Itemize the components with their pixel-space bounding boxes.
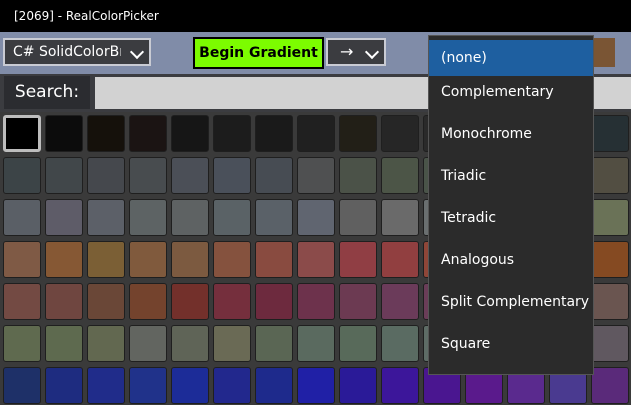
color-swatch[interactable] — [3, 157, 41, 194]
color-swatch[interactable] — [591, 241, 629, 278]
dropdown-option[interactable]: Split Complementary — [429, 284, 593, 320]
color-swatch[interactable] — [339, 241, 377, 278]
dropdown-option[interactable]: Tetradic — [429, 200, 593, 236]
color-swatch[interactable] — [129, 199, 167, 236]
color-swatch[interactable] — [129, 157, 167, 194]
color-swatch[interactable] — [591, 199, 629, 236]
color-swatch[interactable] — [339, 283, 377, 320]
color-swatch[interactable] — [3, 367, 41, 404]
color-swatch[interactable] — [213, 199, 251, 236]
color-swatch[interactable] — [129, 367, 167, 404]
color-swatch[interactable] — [255, 241, 293, 278]
color-swatch[interactable] — [3, 199, 41, 236]
color-swatch[interactable] — [381, 115, 419, 152]
color-swatch[interactable] — [45, 157, 83, 194]
output-format-value: C# SolidColorBrush — [13, 44, 121, 60]
color-swatch[interactable] — [171, 199, 209, 236]
color-swatch[interactable] — [87, 199, 125, 236]
chevron-down-icon — [364, 44, 380, 60]
color-swatch[interactable] — [129, 283, 167, 320]
color-swatch[interactable] — [297, 115, 335, 152]
color-swatch[interactable] — [171, 367, 209, 404]
color-swatch[interactable] — [3, 325, 41, 362]
color-swatch[interactable] — [171, 325, 209, 362]
search-label: Search: — [4, 76, 90, 109]
color-swatch[interactable] — [87, 115, 125, 152]
color-swatch[interactable] — [255, 199, 293, 236]
color-swatch[interactable] — [255, 157, 293, 194]
dropdown-option[interactable]: Square — [429, 326, 593, 362]
chevron-down-icon — [129, 44, 145, 60]
color-swatch[interactable] — [381, 199, 419, 236]
color-swatch[interactable] — [45, 283, 83, 320]
color-swatch[interactable] — [3, 241, 41, 278]
color-swatch[interactable] — [213, 283, 251, 320]
window-title: [2069] - RealColorPicker — [14, 9, 159, 23]
color-swatch[interactable] — [255, 115, 293, 152]
color-swatch[interactable] — [591, 115, 629, 152]
arrow-value: → — [340, 42, 354, 61]
color-swatch[interactable] — [297, 325, 335, 362]
color-swatch[interactable] — [87, 241, 125, 278]
color-swatch[interactable] — [45, 367, 83, 404]
harmony-dropdown-menu: (none) Complementary Monochrome Triadic Tetr… — [428, 35, 594, 375]
color-swatch[interactable] — [339, 325, 377, 362]
title-bar: [2069] - RealColorPicker — [0, 0, 631, 32]
color-swatch[interactable] — [45, 115, 83, 152]
color-swatch[interactable] — [297, 241, 335, 278]
color-swatch[interactable] — [297, 199, 335, 236]
color-swatch[interactable] — [213, 157, 251, 194]
color-swatch[interactable] — [129, 325, 167, 362]
gradient-direction-combo[interactable]: → — [326, 38, 386, 66]
color-swatch[interactable] — [339, 115, 377, 152]
color-swatch[interactable] — [255, 283, 293, 320]
color-swatch[interactable] — [45, 199, 83, 236]
dropdown-option[interactable]: Triadic — [429, 158, 593, 194]
dropdown-option[interactable]: Monochrome — [429, 116, 593, 152]
color-swatch[interactable] — [591, 283, 629, 320]
color-swatch[interactable] — [129, 241, 167, 278]
color-swatch[interactable] — [381, 283, 419, 320]
current-color-swatch[interactable] — [592, 38, 615, 67]
color-swatch[interactable] — [297, 283, 335, 320]
color-swatch[interactable] — [45, 241, 83, 278]
color-swatch[interactable] — [381, 367, 419, 404]
color-swatch[interactable] — [87, 325, 125, 362]
color-swatch[interactable] — [213, 241, 251, 278]
color-swatch[interactable] — [171, 115, 209, 152]
color-swatch[interactable] — [255, 325, 293, 362]
color-swatch[interactable] — [171, 241, 209, 278]
dropdown-option[interactable]: (none) — [429, 40, 593, 76]
color-swatch[interactable] — [339, 199, 377, 236]
color-swatch[interactable] — [381, 157, 419, 194]
color-swatch[interactable] — [381, 325, 419, 362]
color-swatch[interactable] — [591, 157, 629, 194]
color-swatch[interactable] — [255, 367, 293, 404]
color-swatch[interactable] — [339, 367, 377, 404]
color-swatch[interactable] — [45, 325, 83, 362]
color-swatch[interactable] — [3, 283, 41, 320]
color-swatch[interactable] — [381, 241, 419, 278]
color-swatch[interactable] — [87, 283, 125, 320]
color-swatch[interactable] — [339, 157, 377, 194]
color-swatch[interactable] — [297, 157, 335, 194]
color-swatch[interactable] — [213, 325, 251, 362]
dropdown-option[interactable]: Complementary — [429, 74, 593, 110]
color-swatch[interactable] — [213, 367, 251, 404]
color-swatch[interactable] — [171, 157, 209, 194]
color-swatch[interactable] — [87, 157, 125, 194]
color-swatch[interactable] — [171, 283, 209, 320]
dropdown-option[interactable]: Analogous — [429, 242, 593, 278]
color-swatch[interactable] — [591, 367, 629, 404]
color-swatch[interactable] — [3, 115, 41, 152]
color-swatch[interactable] — [129, 115, 167, 152]
begin-gradient-button[interactable]: Begin Gradient — [193, 37, 324, 69]
color-swatch[interactable] — [591, 325, 629, 362]
color-swatch[interactable] — [87, 367, 125, 404]
color-swatch[interactable] — [213, 115, 251, 152]
color-swatch[interactable] — [297, 367, 335, 404]
output-format-combo[interactable]: C# SolidColorBrush — [3, 38, 151, 66]
